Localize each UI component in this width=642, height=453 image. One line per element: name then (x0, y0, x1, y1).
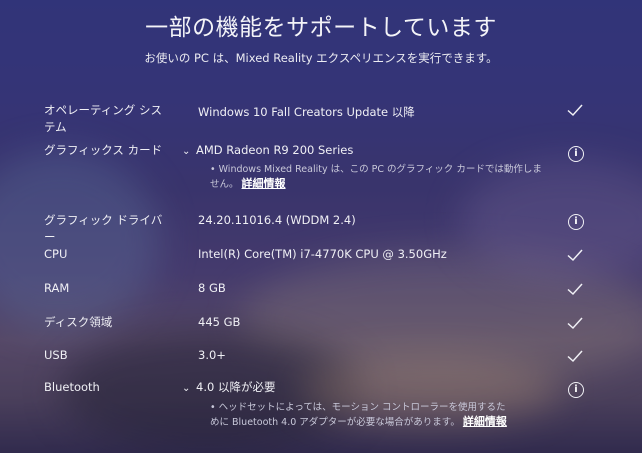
row-value-disk: 445 GB (198, 315, 241, 329)
row-value-cpu: Intel(R) Core(TM) i7-4770K CPU @ 3.50GHz (198, 247, 447, 261)
checkmark-icon (566, 246, 584, 264)
row-value-graphics-driver: 24.20.11016.4 (WDDM 2.4) (198, 213, 356, 227)
bluetooth-requirement: 4.0 以降が必要 (196, 380, 276, 394)
row-label-bluetooth: Bluetooth (44, 380, 100, 394)
graphics-card-name: AMD Radeon R9 200 Series (196, 143, 354, 157)
info-icon[interactable]: i (568, 382, 584, 398)
chevron-down-icon[interactable]: ⌄ (182, 380, 196, 397)
row-value-graphics-card[interactable]: ⌄ AMD Radeon R9 200 Series (182, 142, 353, 160)
bluetooth-detail-text: • ヘッドセットによっては、モーション コントローラーを使用するために Blue… (210, 402, 506, 428)
checkmark-icon (566, 101, 584, 119)
more-info-link[interactable]: 詳細情報 (463, 415, 507, 428)
more-info-link[interactable]: 詳細情報 (242, 177, 286, 190)
row-label-ram: RAM (44, 281, 70, 295)
page-subtitle: お使いの PC は、Mixed Reality エクスペリエンスを実行できます。 (144, 51, 498, 65)
row-label-disk: ディスク領域 (44, 315, 113, 329)
row-label-graphics-driver: グラフィック ドライバー (44, 213, 163, 244)
checkmark-icon (566, 280, 584, 298)
checkmark-icon (566, 347, 584, 365)
row-value-os: Windows 10 Fall Creators Update 以降 (198, 105, 415, 119)
row-label-os: オペレーティング システム (44, 103, 162, 134)
row-value-ram: 8 GB (198, 281, 226, 295)
row-label-graphics-card: グラフィックス カード (44, 143, 163, 157)
info-icon[interactable]: i (568, 146, 584, 162)
row-value-bluetooth[interactable]: ⌄ 4.0 以降が必要 (182, 379, 275, 397)
info-icon[interactable]: i (568, 214, 584, 230)
row-label-cpu: CPU (44, 247, 68, 261)
graphics-card-detail: • Windows Mixed Reality は、この PC のグラフィック … (210, 163, 550, 192)
bluetooth-detail: • ヘッドセットによっては、モーション コントローラーを使用するために Blue… (210, 401, 510, 430)
checkmark-icon (566, 314, 584, 332)
row-value-usb: 3.0+ (198, 348, 226, 362)
row-label-usb: USB (44, 348, 68, 362)
chevron-down-icon[interactable]: ⌄ (182, 143, 196, 160)
page-title: 一部の機能をサポートしています (145, 15, 497, 41)
